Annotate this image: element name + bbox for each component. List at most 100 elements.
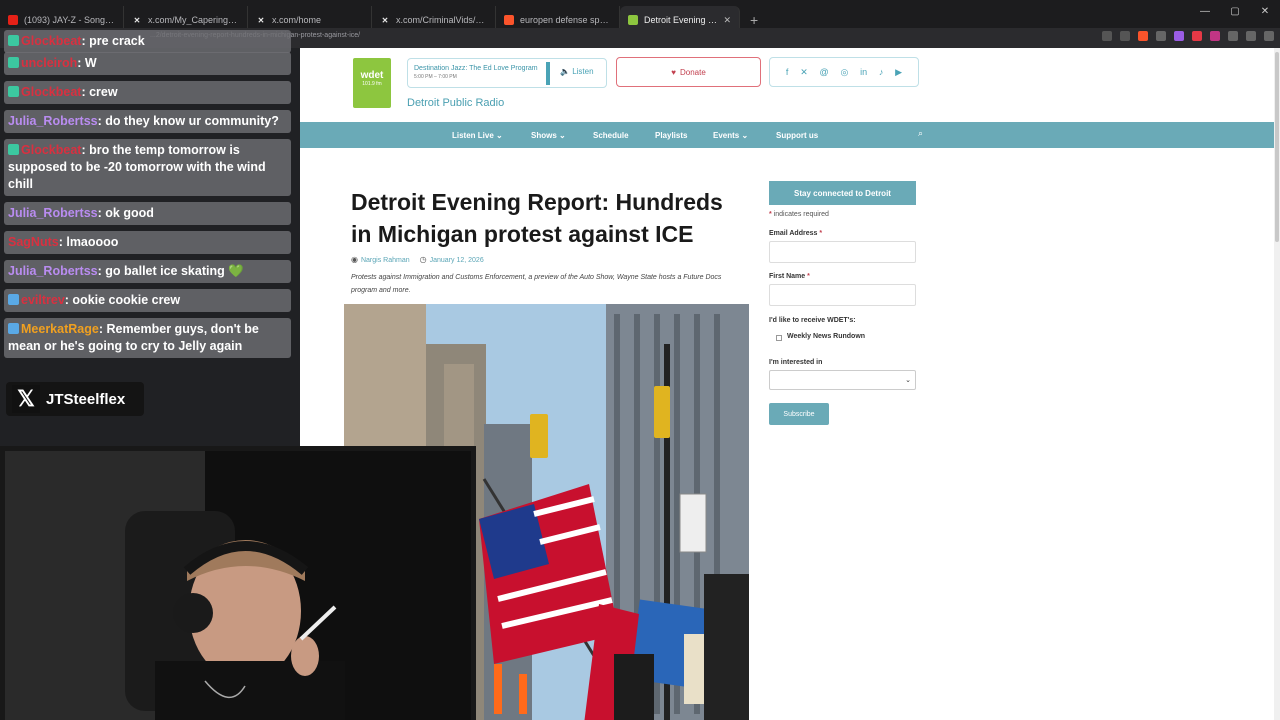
listen-label: Listen xyxy=(572,67,594,76)
chat-text: ookie cookie crew xyxy=(72,293,181,307)
chat-text: crew xyxy=(89,85,118,99)
chat-message: Glockbeat: crew xyxy=(4,81,291,104)
nav-support-us[interactable]: Support us xyxy=(776,131,818,140)
nav-shows[interactable]: Shows ⌄ xyxy=(531,131,566,140)
x-logo-icon: 𝕏 xyxy=(12,385,40,413)
donate-button[interactable]: ♥ Donate xyxy=(616,57,761,87)
chat-username[interactable]: Julia_Robertss xyxy=(8,264,98,278)
tab-title: x.com/My_Capering_ld/status/20123 xyxy=(148,15,239,25)
email-label: Email Address * xyxy=(769,230,822,237)
search-icon[interactable]: ⌕ xyxy=(918,128,923,139)
menu-icon[interactable] xyxy=(1264,31,1274,41)
newsletter-label: Weekly News Rundown xyxy=(787,333,866,340)
chat-username[interactable]: Julia_Robertss xyxy=(8,206,98,220)
required-note: * indicates required xyxy=(769,211,829,218)
share-icon[interactable] xyxy=(1120,31,1130,41)
wdet-logo[interactable]: wdet 101.9 fm xyxy=(353,58,391,108)
minimize-icon[interactable]: — xyxy=(1190,6,1220,17)
chat-separator: : xyxy=(81,143,90,157)
chat-message: Julia_Robertss: go ballet ice skating 💚 xyxy=(4,260,291,283)
tab-title: Detroit Evening Report: Hundred xyxy=(644,15,717,25)
station-name: Detroit Public Radio xyxy=(407,97,505,109)
youtube-icon[interactable]: ▶ xyxy=(895,67,902,78)
tiktok-icon[interactable]: ♪ xyxy=(879,67,884,77)
x-icon: ✕ xyxy=(133,15,141,25)
extension-icon[interactable] xyxy=(1156,31,1166,41)
extension-icon[interactable] xyxy=(1174,31,1184,41)
chat-text: do they know ur community? xyxy=(105,114,279,128)
tab-title: x.com/CriminalVids/status/20123153 xyxy=(396,15,487,25)
x-icon[interactable]: ✕ xyxy=(800,67,808,78)
subscriber-badge-icon xyxy=(8,57,19,68)
nav-schedule[interactable]: Schedule xyxy=(593,131,629,140)
heart-icon: ♥ xyxy=(671,67,676,77)
email-field[interactable] xyxy=(769,241,916,263)
live-player[interactable]: Destination Jazz: The Ed Love Program 5:0… xyxy=(407,58,607,88)
interest-select[interactable]: ⌄ xyxy=(769,370,916,390)
webcam-feed xyxy=(5,451,471,720)
speaker-icon: 🔈 xyxy=(560,67,570,76)
chat-message: MeerkatRage: Remember guys, don't be mea… xyxy=(4,318,291,358)
close-icon[interactable]: ✕ xyxy=(1250,6,1280,17)
sidebar-icon[interactable] xyxy=(1246,31,1256,41)
chat-username[interactable]: Glockbeat xyxy=(21,34,81,48)
instagram-icon[interactable]: ◎ xyxy=(840,67,848,78)
threads-icon[interactable]: @ xyxy=(820,67,829,77)
facebook-icon[interactable]: f xyxy=(786,67,789,77)
receive-label: I'd like to receive WDET's: xyxy=(769,317,856,324)
brave-shield-icon[interactable] xyxy=(1138,31,1148,41)
chat-separator: : xyxy=(77,56,85,70)
required-asterisk: * xyxy=(807,273,810,280)
linkedin-icon[interactable]: in xyxy=(860,67,867,77)
nav-listen-live[interactable]: Listen Live ⌄ xyxy=(452,131,503,140)
chat-username[interactable]: SagNuts xyxy=(8,235,59,249)
interest-label: I'm interested in xyxy=(769,359,823,366)
subscribe-button[interactable]: Subscribe xyxy=(769,403,829,425)
chat-message: Glockbeat: bro the temp tomorrow is supp… xyxy=(4,139,291,196)
brave-icon xyxy=(504,15,514,25)
logo-text: wdet xyxy=(360,70,384,81)
required-asterisk: * xyxy=(769,211,772,218)
tab-title: europen defense spending - Brave Se xyxy=(520,15,611,25)
first-name-label: First Name * xyxy=(769,273,810,280)
clock-icon: ◷ xyxy=(419,255,427,264)
newsletter-checkbox[interactable] xyxy=(776,335,782,341)
x-icon: ✕ xyxy=(381,15,389,25)
page-scrollbar[interactable] xyxy=(1274,48,1280,720)
screen: (1093) JAY-Z - Song Cry - YouTube ✕ x.com/… xyxy=(0,0,1280,720)
first-name-field[interactable] xyxy=(769,284,916,306)
chat-username[interactable]: MeerkatRage xyxy=(21,322,99,336)
author-link[interactable]: Nargis Rahman xyxy=(361,257,410,264)
maximize-icon[interactable]: ▢ xyxy=(1220,6,1250,17)
chat-separator: : xyxy=(81,85,90,99)
social-links: f ✕ @ ◎ in ♪ ▶ xyxy=(769,57,919,87)
subscriber-badge-icon xyxy=(8,86,19,97)
extension-icon[interactable] xyxy=(1210,31,1220,41)
extension-icon[interactable] xyxy=(1228,31,1238,41)
chat-username[interactable]: Glockbeat xyxy=(21,143,81,157)
extension-icon[interactable] xyxy=(1192,31,1202,41)
author-wrap: ◉ Nargis Rahman xyxy=(351,255,410,264)
chat-username[interactable]: uncleiroh xyxy=(21,56,77,70)
article-headline: Detroit Evening Report: Hundreds in Mich… xyxy=(351,189,723,247)
chat-username[interactable]: eviltrev xyxy=(21,293,65,307)
chat-username[interactable]: Glockbeat xyxy=(21,85,81,99)
subscriber-badge-icon xyxy=(8,323,19,334)
chat-message: SagNuts: lmaoooo xyxy=(4,231,291,254)
main-nav: Listen Live ⌄ Shows ⌄ Schedule Playlists… xyxy=(300,122,1274,148)
extension-icons xyxy=(1102,31,1274,41)
close-tab-icon[interactable]: ✕ xyxy=(723,15,731,26)
chat-message: eviltrev: ookie cookie crew xyxy=(4,289,291,312)
nav-events[interactable]: Events ⌄ xyxy=(713,131,748,140)
nav-playlists[interactable]: Playlists xyxy=(655,131,687,140)
logo-subtext: 101.9 fm xyxy=(362,81,382,87)
bookmark-icon[interactable] xyxy=(1102,31,1112,41)
webcam-illustration xyxy=(5,451,471,720)
article-dek: Protests against Immigration and Customs… xyxy=(351,274,722,294)
required-text: indicates required xyxy=(773,211,829,218)
scrollbar-thumb[interactable] xyxy=(1275,52,1279,242)
handle-name: JTSteelflex xyxy=(46,390,126,408)
chat-username[interactable]: Julia_Robertss xyxy=(8,114,98,128)
signup-title: Stay connected to Detroit xyxy=(769,181,916,205)
listen-button[interactable]: 🔈 Listen xyxy=(560,67,594,76)
